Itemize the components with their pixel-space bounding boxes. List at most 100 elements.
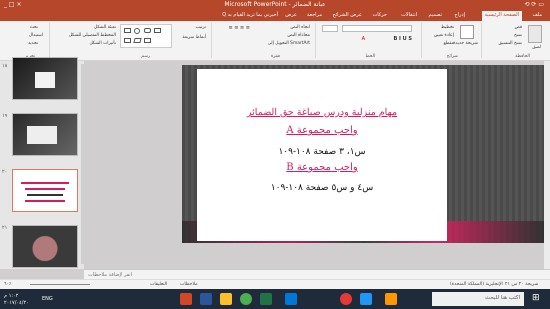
language-indicator: الإنجليزية (المملكة المتحدة) [450,282,503,287]
zoom-level[interactable]: ٦٠٪ [4,282,11,287]
taskbar: ١:٠٢ م ٢٠١٧/٠٤/٢٠ ENG اكتب هنا للبحث ⊞ [0,289,550,309]
group-a-heading[interactable]: واجب مجموعة A [197,125,447,136]
divider [315,23,316,58]
notes-button[interactable]: ملاحظات [180,282,198,287]
slide-thumbnail-20[interactable] [12,169,78,212]
word-icon[interactable] [200,293,212,305]
comments-button[interactable]: التعليقات [150,282,167,287]
notes-pane[interactable]: انقر لإضافة ملاحظات [84,269,550,279]
format-painter-button[interactable]: نسخ التنسيق [499,41,522,46]
thumbnail-number: ١٩ [2,113,8,119]
store-icon[interactable] [360,293,372,305]
arrow-shape-icon[interactable] [144,38,151,43]
group-b-heading[interactable]: واجب مجموعة B [197,162,447,173]
section-button[interactable]: مقطع [443,41,454,46]
thumbnail-number: ٢١ [2,225,8,231]
copy-button[interactable]: نسخ [514,33,522,38]
tab-review[interactable]: مراجعة [307,12,322,18]
tab-slideshow[interactable]: عرض الشرائح [332,12,362,18]
callout-shape-icon[interactable] [154,28,161,33]
paste-button[interactable]: لصق [532,45,541,50]
folder-icon[interactable] [220,293,232,305]
shape-effects-button[interactable]: تأثيرات الشكل [89,41,116,46]
shapes-gallery[interactable] [120,24,172,48]
thumbnail-number: ٢٠ [2,169,8,175]
font-name-select[interactable] [342,25,412,32]
arrange-button[interactable]: ترتيب [195,25,206,30]
ribbon-tabs: ملف الصفحة الرئيسية إدراج تصميم انتقالات… [0,10,550,21]
rounded-rect-shape-icon[interactable] [144,28,151,33]
font-group-label: الخط [365,54,375,59]
layout-button[interactable]: تخطيط [441,25,454,30]
rectangle-shape-icon[interactable] [124,28,131,33]
divider [49,23,50,58]
bold-italic-underline-icons[interactable]: B I U S [393,36,412,42]
ribbon: لصق قص نسخ نسخ التنسيق الحافظة شريحة جدي… [0,21,550,61]
tab-file[interactable]: ملف [532,12,542,18]
edge-icon[interactable] [285,293,297,305]
tab-insert[interactable]: إدراج [454,12,465,18]
clock-time[interactable]: ١:٠٢ م [4,293,18,299]
zoom-slider[interactable] [30,284,90,285]
slide-thumbnail-21[interactable] [12,225,78,268]
powerpoint-icon[interactable] [180,293,192,305]
select-button[interactable]: تحديد [28,41,38,46]
slide-content-box[interactable]: مهام منزلية ودرس صياغة حق الضمائر واجب م… [197,69,447,241]
replace-button[interactable]: استبدال [29,33,43,38]
input-language[interactable]: ENG [42,296,53,302]
slide-thumbnail-18[interactable] [12,57,78,100]
window-title: Microsoft PowerPoint - عبانة الضمائر [224,1,326,8]
thumbnail-text-line [27,194,63,196]
drawing-group-label: رسم [141,54,150,59]
clock-date[interactable]: ٢٠١٧/٠٤/٢٠ [4,300,29,306]
thumbnail-text-line [25,200,65,202]
reset-button[interactable]: إعادة تعيين [434,33,454,38]
tab-home[interactable]: الصفحة الرئيسية [481,11,522,21]
taskbar-search-input[interactable]: اكتب هنا للبحث [432,292,524,306]
explorer-icon[interactable] [385,293,397,305]
parallelogram-shape-icon[interactable] [133,38,142,43]
slide-thumbnail-19[interactable] [12,113,78,156]
thumbnail-image [27,126,57,144]
tab-design[interactable]: تصميم [429,12,442,18]
slide-thumbnails-panel: ١٨ ١٩ ٢٠ ٢١ [0,57,84,269]
align-text-button[interactable]: محاذاة النص [287,33,310,38]
oval-shape-icon[interactable] [134,28,140,34]
thumbnail-text-line [21,182,69,184]
tab-view[interactable]: عرض [285,12,297,18]
shape-outline-button[interactable]: المخطط التفصيلي للشكل [69,33,116,38]
thumbnail-text-line [25,188,65,190]
text-direction-button[interactable]: اتجاه النص [290,25,310,30]
convert-smartart-button[interactable]: التحويل إلى SmartArt [268,41,310,46]
new-slide-icon[interactable] [460,25,474,39]
find-button[interactable]: بحث [30,25,38,30]
quick-styles-button[interactable]: أنماط سريعة [182,35,206,40]
excel-icon[interactable] [260,293,272,305]
textbox-shape-icon[interactable] [124,38,131,43]
paste-icon[interactable] [528,25,542,43]
tab-transitions[interactable]: انتقالات [401,12,417,18]
divider [481,23,482,58]
slide-title-text[interactable]: مهام منزلية ودرس صياغة حق الضمائر [197,107,447,118]
thumbnail-number: ١٨ [2,63,8,69]
shape-fill-button[interactable]: تعبئة الشكل [94,25,116,30]
group-b-task[interactable]: س٤ و س٥ صفحة ١٠٨-١٠٩ [197,183,447,193]
tab-animations[interactable]: حركات [373,12,387,18]
title-bar: _ □ × Microsoft PowerPoint - عبانة الضما… [0,0,550,10]
paragraph-group-label: فقرة [270,54,280,59]
group-a-task[interactable]: س١، ٣ صفحة ١٠٨-١٠٩ [197,147,447,157]
editor-scrollbar[interactable] [544,61,550,269]
divider [421,23,422,58]
clipboard-group-label: الحافظة [515,54,530,59]
opera-icon[interactable] [340,293,352,305]
tab-tell-me[interactable]: Q أخبرني بما تريد القيام به [222,12,278,18]
font-color-icon[interactable]: A [362,36,365,42]
thumbnail-image [35,72,55,88]
cut-button[interactable]: قص [515,25,522,30]
font-size-select[interactable] [322,25,338,32]
windows-start-icon[interactable]: ⊞ [532,293,544,305]
paragraph-align-icons[interactable]: ≡ ≡ ≡ ≡ [228,25,250,31]
chrome-icon[interactable] [240,293,252,305]
quick-access-toolbar[interactable]: ⟲ ⟳ ▭ [524,1,544,8]
new-slide-button[interactable]: شريحة جديدة [453,41,478,46]
